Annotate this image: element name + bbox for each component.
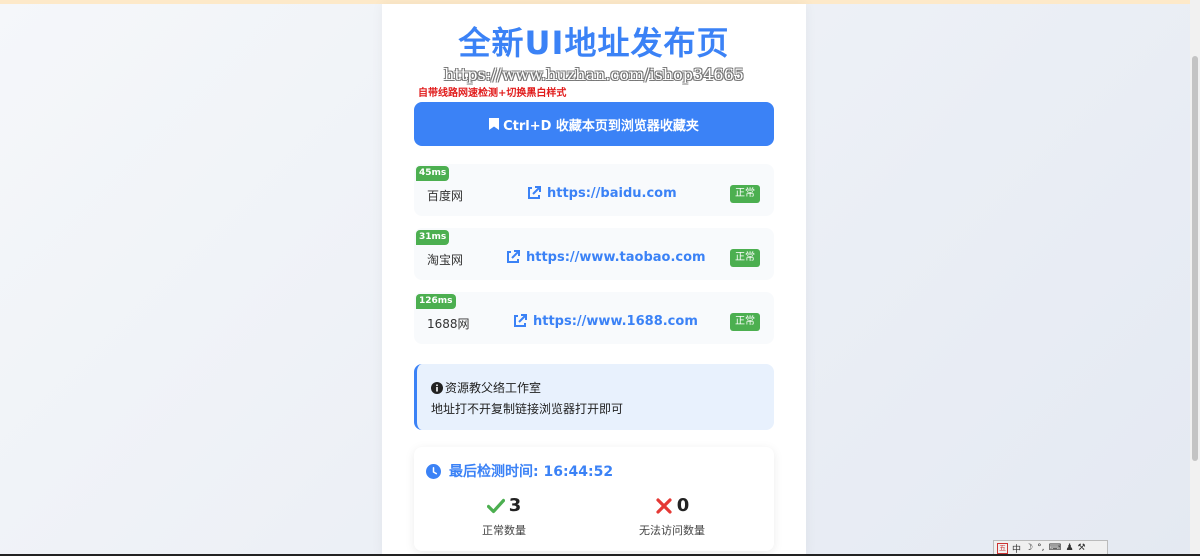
main-card: 全新UI地址发布页 https://www.huzhan.com/ishop34…: [382, 4, 806, 556]
shop-url: https://www.huzhan.com/ishop34665: [444, 65, 744, 84]
stats-card: 最后检测时间: 16:44:52 3 正常数量 0 无法访问数量: [414, 447, 774, 551]
latency-badge: 31ms: [416, 230, 450, 245]
ime-logo-icon[interactable]: 五: [997, 542, 1008, 554]
site-link[interactable]: https://www.1688.com: [512, 313, 698, 329]
site-url: https://baidu.com: [547, 185, 677, 201]
site-name: 淘宝网: [427, 253, 464, 267]
bookmark-button-label: Ctrl+D 收藏本页到浏览器收藏夹: [503, 118, 699, 134]
site-row-1688: 126ms 1688网 https://www.1688.com 正常: [414, 292, 774, 344]
info-box: 资源教父络工作室 地址打不开复制链接浏览器打开即可: [414, 364, 774, 430]
moon-icon[interactable]: ☽: [1025, 543, 1033, 553]
fail-label: 无法访问数量: [639, 524, 705, 537]
latency-badge: 126ms: [416, 294, 456, 309]
bookmark-button[interactable]: Ctrl+D 收藏本页到浏览器收藏夹: [414, 102, 774, 146]
latency-badge: 45ms: [416, 166, 450, 181]
info-text: 地址打不开复制链接浏览器打开即可: [431, 402, 624, 416]
ok-label: 正常数量: [482, 524, 526, 537]
wrench-icon[interactable]: ⚒: [1078, 543, 1086, 553]
user-icon[interactable]: ♟: [1065, 543, 1073, 553]
status-badge: 正常: [730, 249, 760, 267]
check-icon: [486, 498, 505, 513]
info-circle-icon: [431, 381, 443, 394]
ime-mode[interactable]: 中: [1012, 542, 1021, 555]
site-name: 1688网: [427, 317, 470, 331]
external-link-icon: [514, 314, 527, 327]
info-title-text: 资源教父络工作室: [445, 381, 542, 395]
ok-count: 3: [508, 495, 522, 516]
scrollbar-thumb[interactable]: [1192, 56, 1198, 461]
site-url: https://www.taobao.com: [526, 249, 706, 265]
site-row-taobao: 31ms 淘宝网 https://www.taobao.com 正常: [414, 228, 774, 280]
site-url: https://www.1688.com: [533, 313, 698, 329]
last-check-time: 最后检测时间: 16:44:52: [426, 461, 613, 481]
bookmark-icon: [489, 118, 500, 130]
feature-note: 自带线路网速检测+切换黑白样式: [418, 88, 567, 99]
fail-count: 0: [676, 495, 690, 516]
site-name: 百度网: [427, 189, 464, 203]
status-badge: 正常: [730, 185, 760, 203]
ok-stat: 3 正常数量: [424, 495, 584, 538]
page-scrollbar[interactable]: [1190, 0, 1200, 556]
site-link[interactable]: https://baidu.com: [526, 185, 677, 201]
status-badge: 正常: [730, 313, 760, 331]
external-link-icon: [507, 250, 520, 263]
page-title: 全新UI地址发布页: [458, 24, 730, 62]
fail-stat: 0 无法访问数量: [592, 495, 752, 538]
info-title: 资源教父络工作室: [431, 379, 541, 396]
clock-icon: [426, 463, 441, 479]
site-link[interactable]: https://www.taobao.com: [505, 249, 706, 265]
x-icon: [656, 497, 672, 514]
site-row-baidu: 45ms 百度网 https://baidu.com 正常: [414, 164, 774, 216]
keyboard-icon[interactable]: ⌨: [1048, 543, 1061, 553]
ime-punct[interactable]: °,: [1037, 543, 1044, 553]
external-link-icon: [528, 186, 541, 199]
last-check-text: 最后检测时间: 16:44:52: [449, 464, 614, 480]
